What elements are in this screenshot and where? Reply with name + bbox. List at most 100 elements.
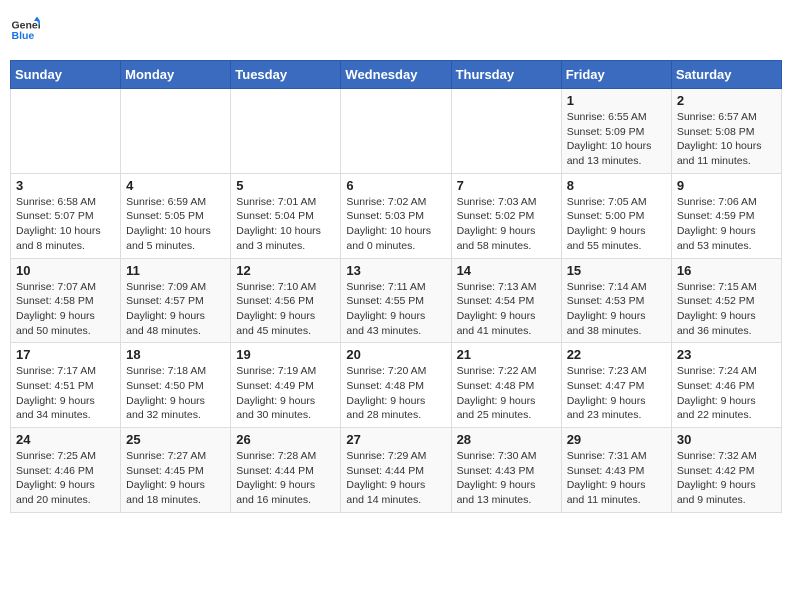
day-number: 26	[236, 432, 335, 447]
day-info: Sunrise: 7:03 AM Sunset: 5:02 PM Dayligh…	[457, 195, 556, 254]
day-info: Sunrise: 7:30 AM Sunset: 4:43 PM Dayligh…	[457, 449, 556, 508]
day-number: 9	[677, 178, 776, 193]
day-info: Sunrise: 7:01 AM Sunset: 5:04 PM Dayligh…	[236, 195, 335, 254]
day-info: Sunrise: 7:18 AM Sunset: 4:50 PM Dayligh…	[126, 364, 225, 423]
calendar-cell	[11, 89, 121, 174]
calendar-cell: 30Sunrise: 7:32 AM Sunset: 4:42 PM Dayli…	[671, 428, 781, 513]
calendar-cell: 8 Sunrise: 7:05 AM Sunset: 5:00 PM Daylig…	[561, 173, 671, 258]
calendar-cell: 16 Sunrise: 7:15 AM Sunset: 4:52 PM Dayli…	[671, 258, 781, 343]
calendar-cell: 9 Sunrise: 7:06 AM Sunset: 4:59 PM Daylig…	[671, 173, 781, 258]
day-number: 13	[346, 263, 445, 278]
svg-text:Blue: Blue	[12, 30, 35, 42]
calendar-cell: 24 Sunrise: 7:25 AM Sunset: 4:46 PM Dayli…	[11, 428, 121, 513]
day-number: 2	[677, 93, 776, 108]
weekday-header-thursday: Thursday	[451, 61, 561, 89]
day-info: Sunrise: 7:10 AM Sunset: 4:56 PM Dayligh…	[236, 280, 335, 339]
day-info: Sunrise: 6:55 AM Sunset: 5:09 PM Dayligh…	[567, 110, 666, 169]
calendar-cell: 12 Sunrise: 7:10 AM Sunset: 4:56 PM Dayli…	[231, 258, 341, 343]
calendar-cell: 21 Sunrise: 7:22 AM Sunset: 4:48 PM Dayli…	[451, 343, 561, 428]
day-info: Sunrise: 6:57 AM Sunset: 5:08 PM Dayligh…	[677, 110, 776, 169]
calendar-cell: 15Sunrise: 7:14 AM Sunset: 4:53 PM Dayli…	[561, 258, 671, 343]
day-number: 4	[126, 178, 225, 193]
calendar-cell	[121, 89, 231, 174]
day-info: Sunrise: 7:19 AM Sunset: 4:49 PM Dayligh…	[236, 364, 335, 423]
calendar-cell: 6 Sunrise: 7:02 AM Sunset: 5:03 PM Daylig…	[341, 173, 451, 258]
day-number: 18	[126, 347, 225, 362]
day-info: Sunrise: 7:06 AM Sunset: 4:59 PM Dayligh…	[677, 195, 776, 254]
day-info: Sunrise: 7:25 AM Sunset: 4:46 PM Dayligh…	[16, 449, 115, 508]
calendar-cell: 14 Sunrise: 7:13 AM Sunset: 4:54 PM Dayli…	[451, 258, 561, 343]
day-number: 22	[567, 347, 666, 362]
calendar-cell: 5 Sunrise: 7:01 AM Sunset: 5:04 PM Daylig…	[231, 173, 341, 258]
calendar-cell	[341, 89, 451, 174]
day-info: Sunrise: 7:15 AM Sunset: 4:52 PM Dayligh…	[677, 280, 776, 339]
day-number: 27	[346, 432, 445, 447]
logo: General Blue	[10, 15, 45, 45]
day-number: 1	[567, 93, 666, 108]
calendar-cell: 25Sunrise: 7:27 AM Sunset: 4:45 PM Dayli…	[121, 428, 231, 513]
calendar-cell: 17 Sunrise: 7:17 AM Sunset: 4:51 PM Dayli…	[11, 343, 121, 428]
day-info: Sunrise: 7:14 AM Sunset: 4:53 PM Dayligh…	[567, 280, 666, 339]
weekday-header-wednesday: Wednesday	[341, 61, 451, 89]
calendar-cell: 1 Sunrise: 6:55 AM Sunset: 5:09 PM Daylig…	[561, 89, 671, 174]
day-number: 29	[567, 432, 666, 447]
calendar-cell: 4 Sunrise: 6:59 AM Sunset: 5:05 PM Daylig…	[121, 173, 231, 258]
calendar-cell: 7 Sunrise: 7:03 AM Sunset: 5:02 PM Daylig…	[451, 173, 561, 258]
calendar-cell: 22 Sunrise: 7:23 AM Sunset: 4:47 PM Dayli…	[561, 343, 671, 428]
day-number: 21	[457, 347, 556, 362]
weekday-header-monday: Monday	[121, 61, 231, 89]
day-number: 10	[16, 263, 115, 278]
weekday-header-sunday: Sunday	[11, 61, 121, 89]
calendar-cell: 23 Sunrise: 7:24 AM Sunset: 4:46 PM Dayli…	[671, 343, 781, 428]
calendar-cell: 28Sunrise: 7:30 AM Sunset: 4:43 PM Dayli…	[451, 428, 561, 513]
day-number: 3	[16, 178, 115, 193]
calendar-cell: 20 Sunrise: 7:20 AM Sunset: 4:48 PM Dayli…	[341, 343, 451, 428]
day-info: Sunrise: 7:02 AM Sunset: 5:03 PM Dayligh…	[346, 195, 445, 254]
day-number: 6	[346, 178, 445, 193]
day-info: Sunrise: 6:59 AM Sunset: 5:05 PM Dayligh…	[126, 195, 225, 254]
day-number: 5	[236, 178, 335, 193]
weekday-header-saturday: Saturday	[671, 61, 781, 89]
week-row-3: 10 Sunrise: 7:07 AM Sunset: 4:58 PM Dayli…	[11, 258, 782, 343]
day-number: 8	[567, 178, 666, 193]
week-row-4: 17 Sunrise: 7:17 AM Sunset: 4:51 PM Dayli…	[11, 343, 782, 428]
day-info: Sunrise: 7:07 AM Sunset: 4:58 PM Dayligh…	[16, 280, 115, 339]
day-number: 11	[126, 263, 225, 278]
calendar-cell: 11 Sunrise: 7:09 AM Sunset: 4:57 PM Dayli…	[121, 258, 231, 343]
day-info: Sunrise: 7:20 AM Sunset: 4:48 PM Dayligh…	[346, 364, 445, 423]
weekday-header-row: SundayMondayTuesdayWednesdayThursdayFrid…	[11, 61, 782, 89]
day-number: 20	[346, 347, 445, 362]
day-info: Sunrise: 7:09 AM Sunset: 4:57 PM Dayligh…	[126, 280, 225, 339]
day-info: Sunrise: 7:05 AM Sunset: 5:00 PM Dayligh…	[567, 195, 666, 254]
calendar-cell: 18 Sunrise: 7:18 AM Sunset: 4:50 PM Dayli…	[121, 343, 231, 428]
day-number: 16	[677, 263, 776, 278]
week-row-2: 3 Sunrise: 6:58 AM Sunset: 5:07 PM Daylig…	[11, 173, 782, 258]
day-number: 12	[236, 263, 335, 278]
day-info: Sunrise: 7:28 AM Sunset: 4:44 PM Dayligh…	[236, 449, 335, 508]
day-info: Sunrise: 7:22 AM Sunset: 4:48 PM Dayligh…	[457, 364, 556, 423]
week-row-5: 24 Sunrise: 7:25 AM Sunset: 4:46 PM Dayli…	[11, 428, 782, 513]
calendar-table: SundayMondayTuesdayWednesdayThursdayFrid…	[10, 60, 782, 513]
day-info: Sunrise: 6:58 AM Sunset: 5:07 PM Dayligh…	[16, 195, 115, 254]
day-number: 24	[16, 432, 115, 447]
calendar-cell: 26 Sunrise: 7:28 AM Sunset: 4:44 PM Dayli…	[231, 428, 341, 513]
day-number: 7	[457, 178, 556, 193]
day-number: 17	[16, 347, 115, 362]
day-info: Sunrise: 7:17 AM Sunset: 4:51 PM Dayligh…	[16, 364, 115, 423]
calendar-cell: 3 Sunrise: 6:58 AM Sunset: 5:07 PM Daylig…	[11, 173, 121, 258]
day-number: 14	[457, 263, 556, 278]
day-info: Sunrise: 7:31 AM Sunset: 4:43 PM Dayligh…	[567, 449, 666, 508]
day-info: Sunrise: 7:11 AM Sunset: 4:55 PM Dayligh…	[346, 280, 445, 339]
calendar-cell: 19 Sunrise: 7:19 AM Sunset: 4:49 PM Dayli…	[231, 343, 341, 428]
calendar-cell: 10 Sunrise: 7:07 AM Sunset: 4:58 PM Dayli…	[11, 258, 121, 343]
calendar-cell	[451, 89, 561, 174]
calendar-cell: 27Sunrise: 7:29 AM Sunset: 4:44 PM Dayli…	[341, 428, 451, 513]
day-number: 23	[677, 347, 776, 362]
calendar-cell	[231, 89, 341, 174]
day-info: Sunrise: 7:13 AM Sunset: 4:54 PM Dayligh…	[457, 280, 556, 339]
day-number: 25	[126, 432, 225, 447]
day-info: Sunrise: 7:23 AM Sunset: 4:47 PM Dayligh…	[567, 364, 666, 423]
day-info: Sunrise: 7:24 AM Sunset: 4:46 PM Dayligh…	[677, 364, 776, 423]
page-header: General Blue	[10, 10, 782, 50]
day-number: 19	[236, 347, 335, 362]
